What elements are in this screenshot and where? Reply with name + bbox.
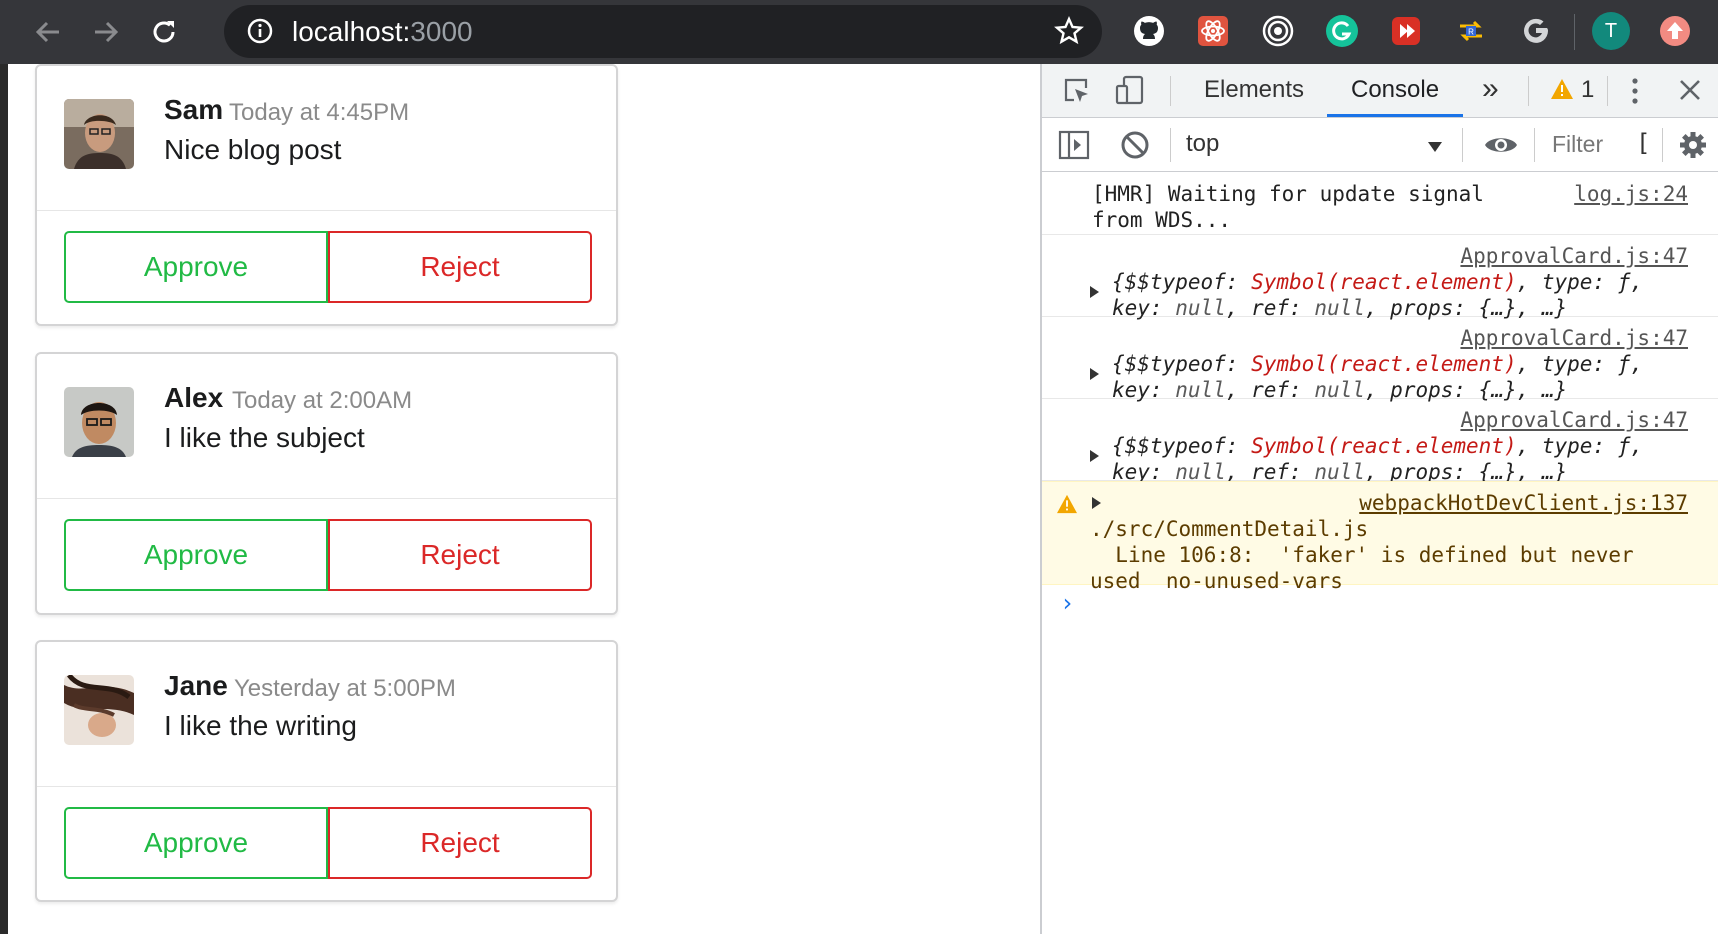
reject-button[interactable]: Reject bbox=[328, 231, 592, 303]
approval-card: Alex Today at 2:00AM I like the subject … bbox=[35, 352, 618, 615]
expand-triangle-icon[interactable] bbox=[1090, 286, 1099, 298]
bookmark-star-icon[interactable] bbox=[1054, 16, 1084, 51]
url-text[interactable]: localhost:3000 bbox=[292, 16, 473, 48]
close-icon[interactable] bbox=[1678, 78, 1702, 107]
warning-file: ./src/CommentDetail.js bbox=[1090, 517, 1369, 541]
devtools-tab-bar: Elements Console » 1 bbox=[1042, 64, 1718, 118]
kebab-menu-icon[interactable] bbox=[1631, 76, 1639, 111]
page-content: Sam Today at 4:45PM Nice blog post Appro… bbox=[0, 64, 1040, 934]
reload-icon[interactable] bbox=[142, 10, 186, 54]
button-group: Approve Reject bbox=[37, 787, 616, 883]
comment-date: Today at 4:45PM bbox=[229, 99, 410, 126]
console-prompt-icon[interactable]: › bbox=[1060, 589, 1074, 617]
reject-button[interactable]: Reject bbox=[328, 519, 592, 591]
device-toolbar-icon[interactable] bbox=[1114, 74, 1146, 111]
chevron-down-icon[interactable] bbox=[1427, 140, 1443, 158]
log-object[interactable]: {$$typeof: Symbol(react.element), type: … bbox=[1092, 269, 1688, 321]
source-link[interactable]: webpackHotDevClient.js:137 bbox=[1090, 490, 1688, 516]
target-extension-icon[interactable] bbox=[1258, 11, 1298, 51]
warning-count[interactable]: 1 bbox=[1581, 76, 1594, 104]
approve-button[interactable]: Approve bbox=[64, 519, 328, 591]
log-text: [HMR] Waiting for update signal from WDS… bbox=[1092, 182, 1484, 232]
clear-console-icon[interactable] bbox=[1120, 130, 1150, 165]
comment-author[interactable]: Jane bbox=[164, 670, 228, 702]
devtools-panel: Elements Console » 1 top Filter [[HMR] … bbox=[1040, 64, 1718, 934]
approve-button[interactable]: Approve bbox=[64, 231, 328, 303]
approval-card: Sam Today at 4:45PM Nice blog post Appro… bbox=[35, 64, 618, 326]
update-icon[interactable] bbox=[1655, 11, 1695, 51]
avatar bbox=[64, 99, 134, 169]
active-tab-indicator bbox=[1327, 114, 1463, 117]
console-message: ApprovalCard.js:47 {$$typeof: Symbol(rea… bbox=[1042, 317, 1718, 402]
approve-button[interactable]: Approve bbox=[64, 807, 328, 879]
avatar bbox=[64, 675, 134, 745]
console-message: [HMR] Waiting for update signal from WDS… bbox=[1042, 173, 1718, 235]
console-output: [HMR] Waiting for update signal from WDS… bbox=[1042, 173, 1718, 617]
warning-icon[interactable] bbox=[1550, 78, 1574, 105]
avatar bbox=[64, 387, 134, 457]
back-icon[interactable] bbox=[26, 10, 70, 54]
console-message: ApprovalCard.js:47 {$$typeof: Symbol(rea… bbox=[1042, 399, 1718, 484]
divider bbox=[1170, 76, 1171, 106]
expand-triangle-icon[interactable] bbox=[1090, 368, 1099, 380]
video-extension-icon[interactable] bbox=[1386, 11, 1426, 51]
comment: Alex Today at 2:00AM I like the subject bbox=[37, 354, 616, 499]
grammarly-extension-icon[interactable] bbox=[1322, 11, 1362, 51]
svg-text:R: R bbox=[1468, 28, 1474, 37]
source-link[interactable]: ApprovalCard.js:47 bbox=[1092, 325, 1688, 351]
context-selector[interactable]: top bbox=[1186, 130, 1219, 158]
toolbar-divider bbox=[1574, 14, 1575, 50]
tab-elements[interactable]: Elements bbox=[1204, 76, 1304, 104]
more-tabs-icon[interactable]: » bbox=[1482, 72, 1499, 106]
comment-author[interactable]: Sam bbox=[164, 94, 223, 126]
comment-author[interactable]: Alex bbox=[164, 382, 223, 414]
expand-triangle-icon[interactable] bbox=[1092, 497, 1101, 509]
source-link[interactable]: log.js:24 bbox=[1574, 181, 1688, 207]
filter-levels-icon[interactable]: [ bbox=[1636, 129, 1650, 157]
divider bbox=[1170, 128, 1171, 162]
divider bbox=[1528, 76, 1529, 106]
console-warning: webpackHotDevClient.js:137 ./src/Comment… bbox=[1042, 481, 1718, 593]
comment-text: I like the subject bbox=[164, 422, 365, 453]
log-object[interactable]: {$$typeof: Symbol(react.element), type: … bbox=[1092, 433, 1688, 485]
comment-date: Yesterday at 5:00PM bbox=[234, 675, 456, 702]
sidebar-toggle-icon[interactable] bbox=[1058, 130, 1090, 165]
warning-text: Line 106:8: 'faker' is defined but never… bbox=[1090, 543, 1647, 593]
profile-avatar[interactable]: T bbox=[1591, 11, 1631, 51]
window-edge bbox=[0, 64, 8, 934]
comment-text: I like the writing bbox=[164, 710, 357, 741]
comment-date: Today at 2:00AM bbox=[232, 387, 413, 414]
comment: Jane Yesterday at 5:00PM I like the writ… bbox=[37, 642, 616, 787]
github-extension-icon[interactable] bbox=[1129, 11, 1169, 51]
address-bar[interactable]: localhost:3000 bbox=[224, 5, 1102, 58]
tab-console[interactable]: Console bbox=[1351, 76, 1439, 104]
divider bbox=[1462, 128, 1463, 162]
divider bbox=[1534, 128, 1535, 162]
divider bbox=[1662, 128, 1663, 162]
reject-button[interactable]: Reject bbox=[328, 807, 592, 879]
approval-card: Jane Yesterday at 5:00PM I like the writ… bbox=[35, 640, 618, 902]
console-toolbar: top Filter [ bbox=[1042, 118, 1718, 172]
google-extension-icon[interactable] bbox=[1516, 11, 1556, 51]
react-devtools-extension-icon[interactable] bbox=[1193, 11, 1233, 51]
browser-toolbar: localhost:3000 R T bbox=[0, 0, 1718, 64]
source-link[interactable]: ApprovalCard.js:47 bbox=[1092, 407, 1688, 433]
eye-icon[interactable] bbox=[1484, 134, 1518, 161]
button-group: Approve Reject bbox=[37, 211, 616, 307]
divider bbox=[1607, 76, 1608, 106]
info-icon[interactable] bbox=[246, 17, 274, 50]
redux-extension-icon[interactable]: R bbox=[1451, 11, 1491, 51]
source-link[interactable]: ApprovalCard.js:47 bbox=[1092, 243, 1688, 269]
console-message: ApprovalCard.js:47 {$$typeof: Symbol(rea… bbox=[1042, 235, 1718, 320]
filter-input[interactable]: Filter bbox=[1552, 131, 1603, 158]
warning-icon bbox=[1056, 494, 1078, 520]
comment-text: Nice blog post bbox=[164, 134, 342, 165]
log-object[interactable]: {$$typeof: Symbol(react.element), type: … bbox=[1092, 351, 1688, 403]
expand-triangle-icon[interactable] bbox=[1090, 450, 1099, 462]
gear-icon[interactable] bbox=[1678, 130, 1708, 165]
forward-icon[interactable] bbox=[84, 10, 128, 54]
comment: Sam Today at 4:45PM Nice blog post bbox=[37, 66, 616, 211]
inspect-element-icon[interactable] bbox=[1062, 76, 1092, 111]
button-group: Approve Reject bbox=[37, 499, 616, 595]
